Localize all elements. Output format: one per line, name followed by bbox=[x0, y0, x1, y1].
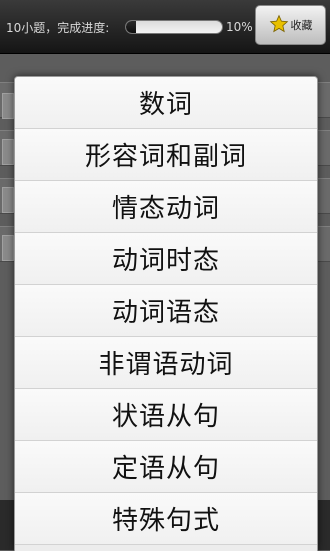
menu-item-verb-voices[interactable]: 动词语态 bbox=[15, 285, 317, 337]
top-bar: 10小题，完成进度: 10% 收藏 bbox=[0, 0, 330, 54]
menu-item-modal-verbs[interactable]: 情态动词 bbox=[15, 181, 317, 233]
background-checkbox bbox=[2, 235, 14, 261]
progress-bar-fill bbox=[126, 21, 136, 33]
background-checkbox bbox=[2, 187, 14, 213]
progress-bar bbox=[125, 20, 223, 34]
progress-percent: 10% bbox=[226, 20, 253, 34]
progress-label: 10小题，完成进度: bbox=[6, 21, 110, 35]
star-icon bbox=[269, 14, 289, 37]
menu-item-adjectives-adverbs[interactable]: 形容词和副词 bbox=[15, 129, 317, 181]
menu-item-numerals[interactable]: 数词 bbox=[15, 77, 317, 129]
menu-item-verb-tenses[interactable]: 动词时态 bbox=[15, 233, 317, 285]
favorite-label: 收藏 bbox=[290, 19, 313, 32]
category-dialog: 数词 形容词和副词 情态动词 动词时态 动词语态 非谓语动词 状语从句 定语从句… bbox=[14, 76, 318, 551]
menu-item-adverbial-clauses[interactable]: 状语从句 bbox=[15, 389, 317, 441]
menu-item-special-sentences[interactable]: 特殊句式 bbox=[15, 493, 317, 545]
favorite-button[interactable]: 收藏 bbox=[255, 5, 326, 45]
menu-item-nonfinite-verbs[interactable]: 非谓语动词 bbox=[15, 337, 317, 389]
background-checkbox bbox=[2, 139, 14, 165]
menu-item-attributive-clauses[interactable]: 定语从句 bbox=[15, 441, 317, 493]
background-checkbox bbox=[2, 93, 14, 119]
